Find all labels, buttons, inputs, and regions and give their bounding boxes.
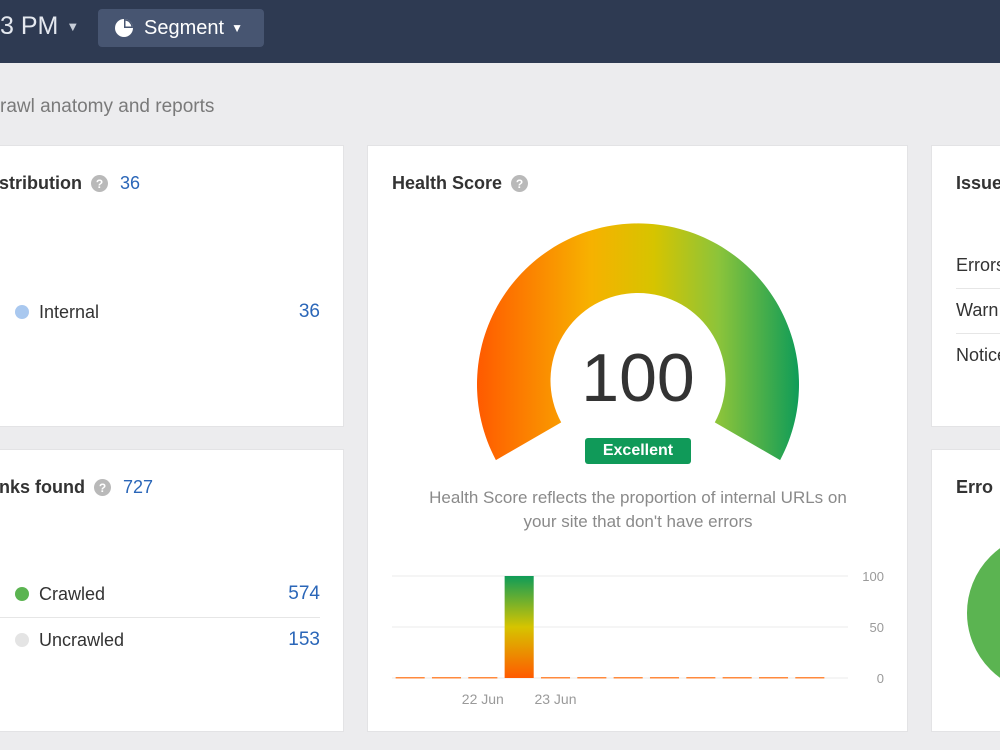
links-found-card: nks found ? 727 Crawled 574 Uncrawled 15…: [0, 449, 344, 732]
help-icon[interactable]: ?: [94, 479, 111, 496]
links-title: nks found: [0, 477, 85, 497]
row-label: Internal: [39, 301, 100, 322]
issue-row-warnings[interactable]: Warn: [956, 288, 1000, 333]
chart-bar: [758, 677, 789, 679]
health-gauge: [477, 223, 799, 461]
row-label: Crawled: [39, 583, 106, 604]
chart-bar: [686, 677, 716, 679]
chart-bar: [504, 576, 534, 678]
help-icon[interactable]: ?: [91, 175, 108, 192]
chart-bar: [722, 677, 752, 679]
issue-row-notices[interactable]: Notice: [956, 333, 1000, 378]
time-selector[interactable]: 3 PM ▼: [0, 10, 79, 42]
pie-chart-icon: [115, 19, 133, 37]
distribution-count[interactable]: 36: [120, 173, 140, 194]
y-tick-label: 100: [862, 569, 884, 584]
links-count[interactable]: 727: [123, 477, 153, 498]
chart-bar: [613, 677, 643, 679]
issues-card: Issue Errors Warn Notice: [931, 145, 1000, 427]
row-value[interactable]: 574: [288, 583, 320, 605]
legend-dot: [15, 305, 29, 319]
distribution-title: stribution: [0, 173, 82, 193]
page-subtitle: rawl anatomy and reports: [0, 96, 215, 117]
card-title: stribution ? 36: [0, 173, 140, 194]
health-description: Health Score reflects the proportion of …: [388, 486, 888, 534]
chart-bar: [577, 677, 607, 679]
distribution-card: stribution ? 36 Internal 36: [0, 145, 344, 427]
caret-down-icon: ▼: [66, 18, 80, 34]
health-score-value: 100: [581, 340, 695, 416]
chart-bar: [431, 677, 462, 679]
y-tick-label: 50: [870, 620, 884, 635]
segment-button[interactable]: Segment ▼: [98, 9, 264, 47]
chart-bar: [395, 677, 425, 679]
card-title: Issue: [956, 173, 1000, 193]
description-line: Health Score reflects the proportion of …: [429, 488, 847, 507]
issue-row-errors[interactable]: Errors: [956, 243, 1000, 288]
chart-bar: [795, 677, 825, 679]
health-trend-chart: 0 50 100 22 Jun 23 Jun: [392, 569, 884, 707]
top-bar: 3 PM ▼ Segment ▼: [0, 0, 1000, 63]
x-tick-label: 23 Jun: [534, 691, 576, 707]
list-item[interactable]: Internal 36: [0, 289, 320, 335]
errors-card: Erro: [931, 449, 1000, 732]
card-title: nks found ? 727: [0, 477, 153, 498]
legend-dot: [15, 587, 29, 601]
segment-label: Segment: [144, 16, 225, 39]
chart-bar: [540, 677, 571, 679]
list-item[interactable]: Crawled 574: [0, 571, 320, 617]
y-tick-label: 0: [877, 671, 884, 686]
rating-badge: Excellent: [585, 438, 691, 464]
time-text: 3 PM: [0, 11, 59, 40]
chart-bar: [468, 677, 498, 679]
description-line: your site that don't have errors: [523, 512, 753, 531]
row-value[interactable]: 36: [299, 301, 320, 323]
row-label: Uncrawled: [39, 629, 125, 650]
errors-donut: [967, 548, 1000, 678]
legend-dot: [15, 633, 29, 647]
row-value[interactable]: 153: [288, 629, 320, 651]
caret-down-icon: ▼: [231, 21, 243, 35]
chart-bar: [649, 677, 680, 679]
list-item[interactable]: Uncrawled 153: [0, 617, 320, 663]
health-score-card: Health Score ? 100 Excellent Health Scor…: [367, 145, 908, 732]
x-tick-label: 22 Jun: [462, 691, 504, 707]
